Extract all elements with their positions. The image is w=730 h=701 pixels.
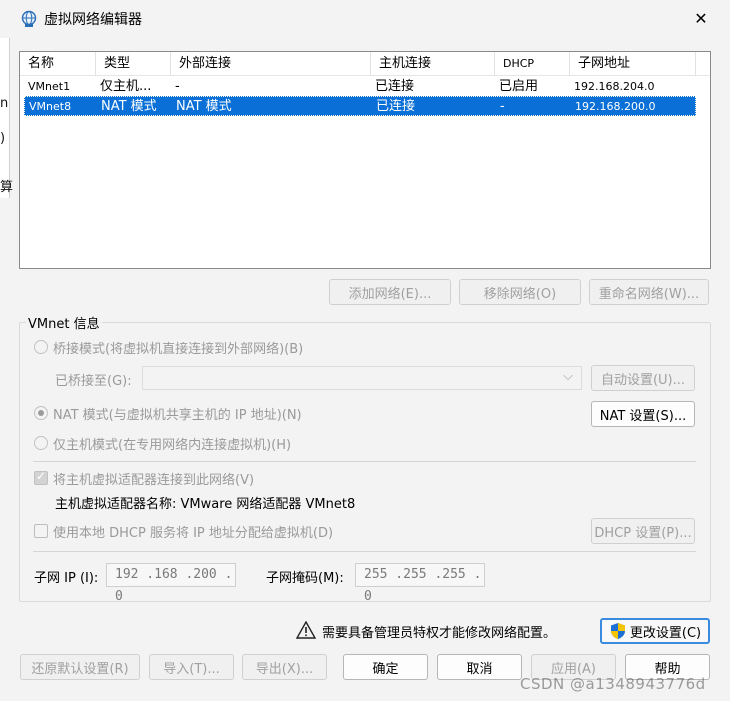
shield-icon: [609, 622, 627, 640]
cell-external: NAT 模式: [176, 99, 232, 114]
cell-host: 已连接: [376, 99, 416, 114]
table-row-vmnet1[interactable]: VMnet1 仅主机... - 已连接 已启用 192.168.204.0: [24, 77, 696, 97]
cell-dhcp: 已启用: [499, 79, 539, 94]
close-button[interactable]: ✕: [688, 6, 714, 30]
cell-type: 仅主机...: [100, 79, 152, 94]
subnet-mask-label: 子网掩码(M):: [266, 571, 344, 586]
cell-subnet: 192.168.204.0: [574, 80, 655, 93]
chevron-down-icon: ⌵: [563, 369, 573, 384]
background-text-fragment: ): [0, 131, 6, 146]
restore-defaults-button[interactable]: 还原默认设置(R): [20, 654, 140, 680]
cell-host: 已连接: [375, 79, 415, 94]
vmnet-info-title: VMnet 信息: [26, 313, 102, 332]
use-dhcp-label: 使用本地 DHCP 服务将 IP 地址分配给虚拟机(D): [53, 526, 334, 541]
cancel-button[interactable]: 取消: [437, 654, 522, 680]
background-text-fragment: n: [0, 96, 9, 111]
bridge-mode-label: 桥接模式(将虚拟机直接连接到外部网络)(B): [53, 342, 304, 357]
separator: [33, 551, 696, 552]
cell-external: -: [175, 79, 180, 94]
dhcp-settings-button[interactable]: DHCP 设置(P)...: [591, 518, 695, 544]
column-header-name[interactable]: 名称: [20, 52, 96, 76]
host-only-radio[interactable]: [34, 436, 48, 450]
rename-network-button[interactable]: 重命名网络(W)...: [589, 279, 709, 305]
cell-subnet: 192.168.200.0: [575, 100, 656, 113]
close-icon: ✕: [694, 8, 708, 28]
change-settings-button[interactable]: 更改设置(C): [600, 618, 710, 644]
nat-mode-label: NAT 模式(与虚拟机共享主机的 IP 地址)(N): [53, 408, 302, 423]
network-editor-icon: [20, 10, 38, 28]
admin-notice-text: 需要具备管理员特权才能修改网络配置。: [322, 626, 557, 641]
add-network-button[interactable]: 添加网络(E)...: [329, 279, 451, 305]
warning-icon: [295, 620, 317, 639]
separator: [33, 461, 696, 462]
host-only-label: 仅主机模式(在专用网络内连接虚拟机)(H): [53, 438, 292, 453]
table-row-vmnet8[interactable]: VMnet8 NAT 模式 NAT 模式 已连接 - 192.168.200.0: [24, 96, 696, 116]
export-button[interactable]: 导出(X)...: [242, 654, 327, 680]
ok-button[interactable]: 确定: [343, 654, 428, 680]
cell-name: VMnet8: [29, 100, 72, 113]
column-header-dhcp[interactable]: DHCP: [495, 52, 570, 76]
nat-mode-radio[interactable]: [34, 406, 48, 420]
nat-settings-button[interactable]: NAT 设置(S)...: [591, 401, 695, 427]
change-settings-label: 更改设置(C): [629, 625, 702, 641]
use-dhcp-checkbox[interactable]: [34, 524, 48, 538]
connect-adapter-checkbox[interactable]: [34, 469, 48, 485]
cell-dhcp: -: [500, 99, 505, 114]
column-header-subnet[interactable]: 子网地址: [570, 52, 696, 76]
watermark: CSDN @a1348943776d: [520, 675, 706, 693]
subnet-mask-field[interactable]: 255 .255 .255 . 0: [355, 563, 485, 604]
column-header-host[interactable]: 主机连接: [371, 52, 495, 76]
background-window-edge: [0, 38, 10, 198]
column-header-type[interactable]: 类型: [96, 52, 171, 76]
subnet-ip-field[interactable]: 192 .168 .200 . 0: [106, 563, 236, 604]
network-list[interactable]: 名称 类型 外部连接 主机连接 DHCP 子网地址 VMnet1 仅主机... …: [19, 51, 711, 269]
bridged-to-select[interactable]: ⌵: [142, 366, 582, 390]
bridge-mode-radio[interactable]: [34, 340, 48, 354]
import-button[interactable]: 导入(T)...: [149, 654, 234, 680]
auto-settings-button[interactable]: 自动设置(U)...: [591, 365, 695, 391]
cell-name: VMnet1: [28, 80, 71, 93]
background-text-fragment: 算: [0, 180, 14, 195]
cell-type: NAT 模式: [101, 99, 157, 114]
subnet-ip-label: 子网 IP (I):: [34, 571, 99, 586]
adapter-name-label: 主机虚拟适配器名称: VMware 网络适配器 VMnet8: [55, 497, 356, 512]
bridged-to-label: 已桥接至(G):: [55, 374, 132, 389]
vmnet-info-group: [19, 322, 711, 602]
connect-adapter-label: 将主机虚拟适配器连接到此网络(V): [53, 473, 255, 488]
window-title: 虚拟网络编辑器: [44, 12, 142, 28]
column-header-external[interactable]: 外部连接: [171, 52, 371, 76]
remove-network-button[interactable]: 移除网络(O): [459, 279, 581, 305]
